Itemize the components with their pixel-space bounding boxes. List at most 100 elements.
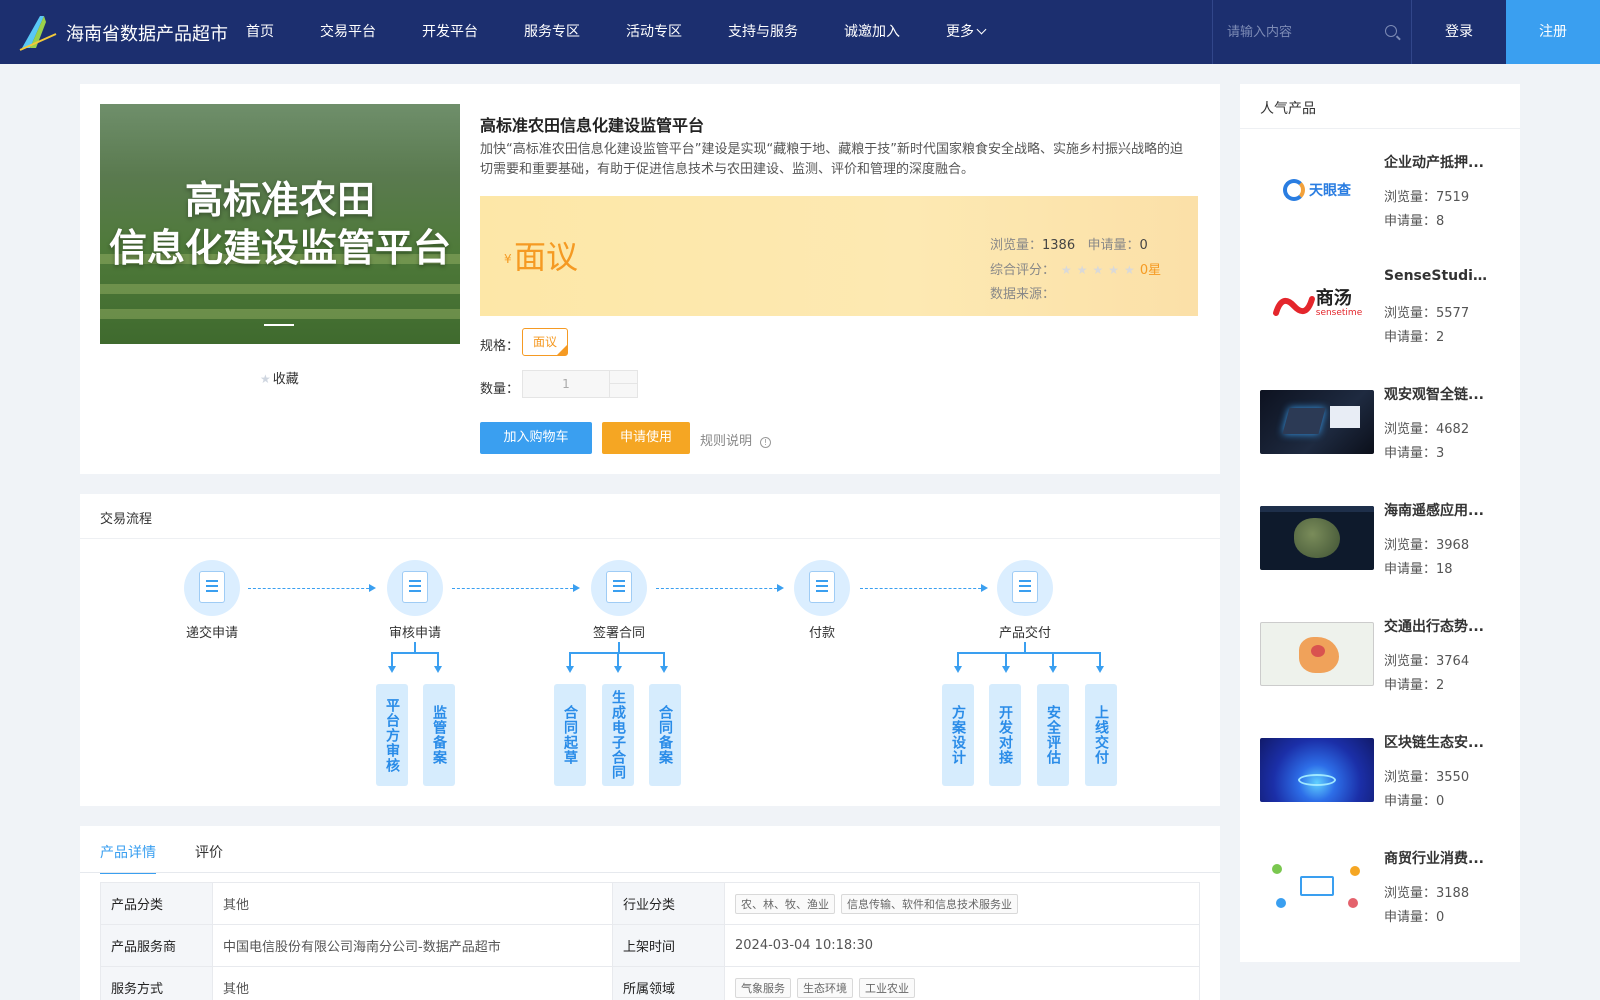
nav-service[interactable]: 服务专区 — [524, 0, 580, 64]
spec-option[interactable]: 面议 — [522, 328, 568, 356]
nav-home[interactable]: 首页 — [246, 0, 274, 64]
sub-step-security-assessment: 安全评估 — [1037, 684, 1069, 786]
product-stats: 浏览量：1386 申请量：0 综合评分： ★★★★★0星 数据来源： — [990, 238, 1162, 302]
step-payment: 付款 — [808, 626, 835, 641]
product-thumbnail: 商汤 sensetime — [1260, 274, 1374, 338]
industry-tags: 农、林、牧、渔业 信息传输、软件和信息技术服务业 — [724, 882, 1200, 925]
sub-step-solution-design: 方案设计 — [942, 684, 974, 786]
product-title: 高标准农田信息化建设监管平台 — [480, 116, 705, 135]
product-details-card: 产品详情 评价 产品分类 其他 行业分类 农、林、牧、渔业 信息传输、软件和信息技… — [80, 826, 1220, 1000]
quantity-input[interactable]: 1 — [523, 371, 609, 397]
popular-product-item[interactable]: 区块链生态安... 浏览量：3550 申请量：0 — [1260, 735, 1510, 848]
product-thumbnail — [1260, 390, 1374, 454]
industry-label: 行业分类 — [612, 882, 725, 925]
quantity-label: 数量： — [480, 382, 520, 397]
main-nav: 首页 交易平台 开发平台 服务专区 活动专区 支持与服务 诚邀加入 更多 — [246, 0, 1031, 64]
listed-time-label: 上架时间 — [612, 924, 725, 967]
step-contract: 签署合同 — [592, 626, 645, 641]
nav-support[interactable]: 支持与服务 — [728, 0, 798, 64]
product-thumbnail: 天眼查 — [1260, 158, 1374, 222]
quantity-stepper: 1 — [522, 370, 638, 398]
info-icon: ! — [760, 437, 772, 448]
product-thumbnail — [1260, 622, 1374, 686]
table-row: 产品分类 其他 行业分类 农、林、牧、渔业 信息传输、软件和信息技术服务业 — [100, 882, 1200, 925]
table-row: 产品服务商 中国电信股份有限公司海南分公司-数据产品超市 上架时间 2024-0… — [100, 924, 1200, 967]
login-button[interactable]: 登录 — [1412, 0, 1506, 64]
quantity-decrease-button[interactable] — [609, 384, 637, 397]
flow-arrow — [656, 584, 784, 592]
popular-product-item[interactable]: 天眼查 企业动产抵押... 浏览量：7519 申请量：8 — [1260, 155, 1510, 268]
sub-step-contract-filing: 合同备案 — [649, 684, 681, 786]
star-icon: ★ — [260, 372, 271, 386]
product-card: 高标准农田 信息化建设监管平台 ★ 收藏 高标准农田信息化建设监管平台 加快“高标… — [80, 84, 1220, 474]
rules-link[interactable]: 规则说明! — [700, 430, 772, 449]
tianyancha-logo-text: 天眼查 — [1309, 183, 1351, 199]
submit-application-icon — [184, 560, 240, 616]
product-info-table: 产品分类 其他 行业分类 农、林、牧、渔业 信息传输、软件和信息技术服务业 产品服… — [100, 882, 1200, 1000]
apply-button[interactable]: 申请使用 — [602, 422, 690, 454]
tab-product-details[interactable]: 产品详情 — [100, 842, 156, 874]
service-mode-label: 服务方式 — [100, 966, 213, 1000]
applications-count: 0 — [1139, 238, 1148, 253]
nav-join[interactable]: 诚邀加入 — [844, 0, 900, 64]
quantity-increase-button[interactable] — [609, 371, 637, 384]
site-title[interactable]: 海南省数据产品超市 — [66, 20, 228, 46]
site-logo[interactable] — [18, 12, 58, 52]
listed-time-value: 2024-03-04 10:18:30 — [724, 924, 1200, 967]
popular-product-item[interactable]: 交通出行态势... 浏览量：3764 申请量：2 — [1260, 619, 1510, 732]
register-button[interactable]: 注册 — [1506, 0, 1600, 64]
flow-arrow — [248, 584, 376, 592]
domain-label: 所属领域 — [612, 966, 725, 1000]
payment-icon — [794, 560, 850, 616]
favorite-button[interactable]: ★ 收藏 — [260, 368, 299, 387]
search-icon[interactable] — [1385, 25, 1397, 37]
domain-tags: 气象服务 生态环境 工业农业 — [724, 966, 1200, 1000]
popular-product-item[interactable]: 商汤 sensetime SenseStudio... 浏览量：5577 申请量… — [1260, 268, 1510, 384]
sensetime-logo-icon — [1272, 296, 1315, 316]
domain-tag: 生态环境 — [797, 977, 853, 998]
views-count: 1386 — [1042, 238, 1076, 253]
nav-more[interactable]: 更多 — [946, 0, 985, 64]
rating-value: 0星 — [1139, 263, 1162, 278]
carousel-indicator[interactable] — [264, 324, 294, 326]
add-to-cart-button[interactable]: 加入购物车 — [480, 422, 592, 454]
spec-label: 规格： — [480, 339, 520, 354]
flow-arrow — [452, 584, 580, 592]
sub-step-dev-integration: 开发对接 — [989, 684, 1021, 786]
domain-tag: 工业农业 — [859, 977, 915, 998]
product-thumbnail — [1260, 854, 1374, 918]
top-header: 海南省数据产品超市 首页 交易平台 开发平台 服务专区 活动专区 支持与服务 诚… — [0, 0, 1600, 64]
industry-tag: 信息传输、软件和信息技术服务业 — [841, 893, 1018, 914]
nav-activity[interactable]: 活动专区 — [626, 0, 682, 64]
product-delivery-icon — [997, 560, 1053, 616]
search-box — [1212, 0, 1412, 64]
sign-contract-icon — [591, 560, 647, 616]
sub-step-contract-draft: 合同起草 — [554, 684, 586, 786]
sub-step-regulatory-filing: 监管备案 — [423, 684, 455, 786]
industry-tag: 农、林、牧、渔业 — [735, 893, 835, 914]
price: 面议 — [514, 238, 579, 276]
nav-trading[interactable]: 交易平台 — [320, 0, 376, 64]
table-row: 服务方式 其他 所属领域 气象服务 生态环境 工业农业 — [100, 966, 1200, 1000]
transaction-flow-card: 交易流程 递交申请 审核申请 签署合同 付款 产品交付 平台方审核 监管备案 合… — [80, 494, 1220, 806]
currency-symbol: ¥ — [504, 252, 512, 266]
search-input[interactable] — [1227, 22, 1377, 42]
domain-tag: 气象服务 — [735, 977, 791, 998]
provider-value: 中国电信股份有限公司海南分公司-数据产品超市 — [212, 924, 613, 967]
nav-dev[interactable]: 开发平台 — [422, 0, 478, 64]
tab-reviews[interactable]: 评价 — [195, 842, 223, 862]
popular-product-item[interactable]: 海南遥感应用... 浏览量：3968 申请量：18 — [1260, 503, 1510, 616]
sidebar-title: 人气产品 — [1260, 101, 1316, 117]
category-value: 其他 — [212, 882, 613, 925]
product-banner-image: 高标准农田 信息化建设监管平台 — [100, 104, 460, 344]
popular-product-item[interactable]: 商贸行业消费... 浏览量：3188 申请量：0 — [1260, 851, 1510, 964]
flow-arrow — [860, 584, 988, 592]
popular-products-sidebar: 人气产品 天眼查 企业动产抵押... 浏览量：7519 申请量：8 商汤 sen… — [1240, 84, 1520, 962]
product-description: 加快“高标准农田信息化建设监管平台”建设是实现“藏粮于地、藏粮于技”新时代国家粮… — [480, 142, 1183, 177]
flow-title: 交易流程 — [100, 512, 153, 527]
popular-product-item[interactable]: 观安观智全链... 浏览量：4682 申请量：3 — [1260, 387, 1510, 500]
sub-step-platform-review: 平台方审核 — [376, 684, 408, 786]
step-review: 审核申请 — [388, 626, 441, 641]
price-panel: ¥ 面议 浏览量：1386 申请量：0 综合评分： ★★★★★0星 数据来源： — [480, 196, 1198, 316]
review-application-icon — [387, 560, 443, 616]
